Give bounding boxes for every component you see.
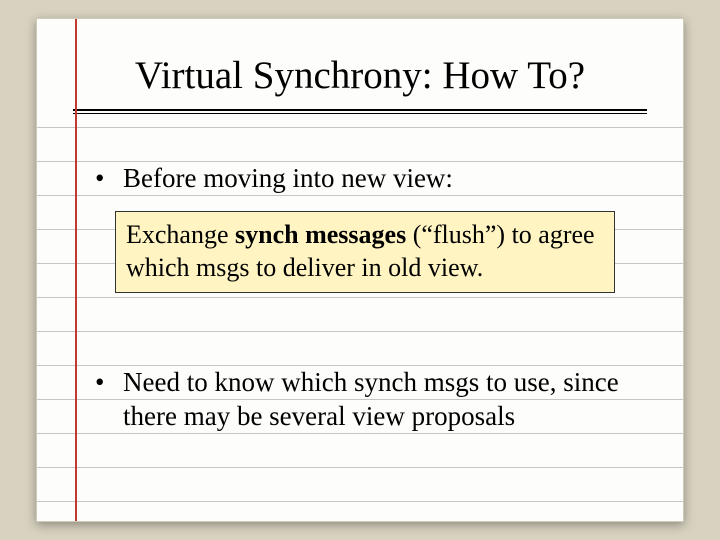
callout-prefix: Exchange xyxy=(126,220,235,249)
bullet-dot-icon: • xyxy=(95,161,104,195)
callout-box: Exchange synch messages (“flush”) to agr… xyxy=(115,211,615,293)
slide-paper: Virtual Synchrony: How To? • Before movi… xyxy=(36,18,684,522)
callout-bold: synch messages xyxy=(235,220,406,249)
bullet-text-2: Need to know which synch msgs to use, si… xyxy=(123,365,657,433)
title-underline xyxy=(73,109,647,114)
bullet-dot-icon: • xyxy=(95,365,104,399)
slide-title: Virtual Synchrony: How To? xyxy=(37,53,683,98)
bullet-text-1: Before moving into new view: xyxy=(123,161,657,195)
bullet-item-1: • Before moving into new view: xyxy=(97,161,657,195)
bullet-item-2: • Need to know which synch msgs to use, … xyxy=(97,365,657,433)
